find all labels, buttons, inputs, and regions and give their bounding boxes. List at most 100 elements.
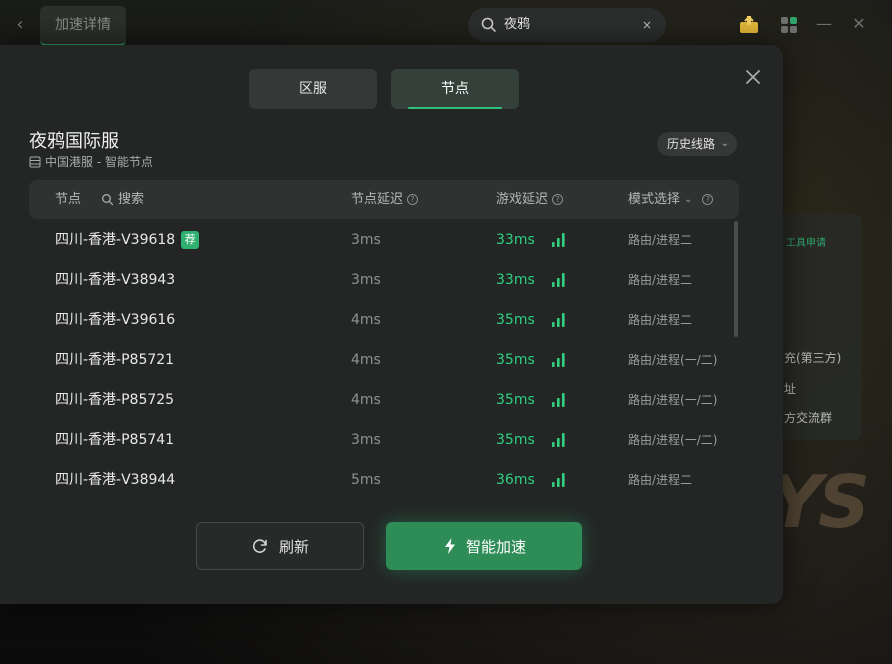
node-latency: 4ms — [351, 312, 381, 328]
smart-accelerate-label: 智能加速 — [465, 537, 526, 556]
chevron-down-icon: ⌄ — [720, 138, 729, 149]
node-row[interactable]: 四川-香港-P85725 4ms 35ms 路由/进程(一/二) — [29, 380, 729, 420]
node-name: 四川-香港-P85725 — [55, 380, 174, 420]
back-icon[interactable]: ‹ — [10, 14, 30, 36]
tab-node-label: 节点 — [441, 81, 469, 97]
node-name-text: 四川-香港-V39616 — [55, 312, 176, 328]
node-mode: 路由/进程(一/二) — [628, 353, 718, 367]
node-mode: 路由/进程(一/二) — [628, 433, 718, 447]
history-routes-label: 历史线路 — [667, 137, 716, 151]
app-window: 工具申请 充(第三方) 址 方交流群 YS ‹ 加速详情 夜鸦 × — ✕ 区服… — [0, 0, 892, 664]
search-clear-button[interactable]: × — [642, 8, 652, 42]
node-search-label: 搜索 — [118, 192, 145, 207]
game-latency: 35ms — [496, 432, 535, 448]
node-name: 四川-香港-V39618 荐 — [55, 220, 200, 260]
column-mode-label: 模式选择 — [628, 192, 681, 207]
minimize-icon[interactable]: — — [813, 13, 835, 35]
node-row[interactable]: 四川-香港-V39618 荐 3ms 33ms 路由/进程二 — [29, 220, 729, 260]
column-mode[interactable]: 模式选择 ⌄ ? — [628, 180, 714, 219]
recommended-badge: 荐 — [181, 231, 200, 249]
node-row[interactable]: 四川-香港-V38943 3ms 33ms 路由/进程二 — [29, 260, 729, 300]
node-row[interactable]: 四川-香港-V38944 5ms 36ms 路由/进程二 — [29, 460, 729, 500]
node-name: 四川-香港-V39616 — [55, 300, 175, 340]
node-mode: 路由/进程二 — [628, 233, 693, 247]
smart-accelerate-button[interactable]: 智能加速 — [386, 522, 582, 570]
signal-icon — [552, 473, 565, 487]
background-line: 址 — [784, 382, 797, 396]
refresh-button[interactable]: 刷新 — [196, 522, 364, 570]
background-line: 充(第三方) — [784, 351, 842, 365]
game-logo-text: YS — [770, 460, 870, 544]
node-mode: 路由/进程二 — [628, 313, 693, 327]
list-scrollbar[interactable] — [734, 221, 738, 337]
lightning-icon — [444, 538, 455, 554]
node-name-text: 四川-香港-P85741 — [55, 432, 175, 448]
node-latency: 3ms — [351, 232, 381, 248]
server-icon — [29, 156, 41, 167]
signal-icon — [552, 353, 565, 367]
game-latency: 33ms — [496, 232, 535, 248]
node-name-text: 四川-香港-V39618 — [55, 232, 176, 248]
node-name-text: 四川-香港-V38944 — [55, 472, 176, 488]
signal-icon — [552, 433, 565, 447]
column-node-label: 节点 — [55, 192, 82, 207]
node-table-header: 节点 搜索 节点延迟 ? 游戏延迟 ? 模式选择 ⌄ ? — [29, 180, 739, 219]
node-mode: 路由/进程(一/二) — [628, 393, 718, 407]
chevron-down-icon: ⌄ — [684, 194, 693, 205]
game-latency: 35ms — [496, 392, 535, 408]
node-name-text: 四川-香港-V38943 — [55, 272, 176, 288]
game-latency: 33ms — [496, 272, 535, 288]
column-node-latency: 节点延迟 ? — [351, 180, 419, 219]
game-title: 夜鸦国际服 — [29, 131, 119, 152]
node-latency: 4ms — [351, 392, 381, 408]
node-row[interactable]: 四川-香港-P85721 4ms 35ms 路由/进程(一/二) — [29, 340, 729, 380]
node-mode: 路由/进程二 — [628, 473, 693, 487]
node-row[interactable]: 四川-香港-V39616 4ms 35ms 路由/进程二 — [29, 300, 729, 340]
node-name: 四川-香港-V38944 — [55, 460, 175, 500]
active-tab-indicator — [408, 107, 502, 109]
window-close-icon[interactable]: ✕ — [848, 13, 870, 35]
search-value: 夜鸦 — [504, 17, 531, 32]
column-node-latency-label: 节点延迟 — [351, 192, 404, 207]
node-row[interactable]: 四川-香港-P85741 3ms 35ms 路由/进程(一/二) — [29, 420, 729, 460]
column-game-latency: 游戏延迟 ? — [496, 180, 564, 219]
refresh-icon — [252, 539, 267, 553]
node-mode: 路由/进程二 — [628, 273, 693, 287]
node-name-text: 四川-香港-P85721 — [55, 352, 175, 368]
signal-icon — [552, 233, 565, 247]
node-name-text: 四川-香港-P85725 — [55, 392, 175, 408]
signal-icon — [552, 313, 565, 327]
node-list: 四川-香港-V39618 荐 3ms 33ms 路由/进程二 四川-香港-V38943 3m… — [29, 220, 729, 510]
search-icon — [102, 194, 114, 206]
node-search[interactable]: 搜索 — [101, 180, 144, 219]
gift-icon[interactable] — [738, 14, 760, 36]
tab-node[interactable]: 节点 — [391, 69, 519, 109]
top-bar: ‹ 加速详情 夜鸦 × — ✕ — [0, 0, 892, 50]
background-tool-label: 工具申请 — [786, 238, 826, 249]
page-tab-details[interactable]: 加速详情 — [40, 6, 126, 46]
node-selection-dialog: 区服 节点 夜鸦国际服 中国港服 - 智能节点 历史线路 ⌄ 节点 搜索 节点延… — [0, 45, 783, 604]
close-icon[interactable] — [743, 67, 763, 87]
tab-region[interactable]: 区服 — [249, 69, 377, 109]
signal-icon — [552, 393, 565, 407]
game-latency: 36ms — [496, 472, 535, 488]
signal-icon — [552, 273, 565, 287]
background-line: 方交流群 — [784, 411, 833, 425]
refresh-button-label: 刷新 — [278, 537, 309, 556]
node-name: 四川-香港-V38943 — [55, 260, 175, 300]
node-latency: 3ms — [351, 272, 381, 288]
server-subtitle: 中国港服 - 智能节点 — [29, 153, 153, 170]
server-subtitle-text: 中国港服 - 智能节点 — [45, 155, 153, 169]
history-routes-dropdown[interactable]: 历史线路 ⌄ — [657, 132, 737, 156]
node-latency: 4ms — [351, 352, 381, 368]
node-latency: 5ms — [351, 472, 381, 488]
help-icon[interactable]: ? — [702, 194, 714, 205]
search-input[interactable]: 夜鸦 × — [468, 8, 666, 42]
help-icon[interactable]: ? — [552, 194, 564, 205]
column-game-latency-label: 游戏延迟 — [496, 192, 549, 207]
help-icon[interactable]: ? — [407, 194, 419, 205]
node-latency: 3ms — [351, 432, 381, 448]
node-name: 四川-香港-P85741 — [55, 420, 174, 460]
apps-icon[interactable] — [778, 14, 800, 36]
column-node: 节点 — [55, 180, 81, 219]
